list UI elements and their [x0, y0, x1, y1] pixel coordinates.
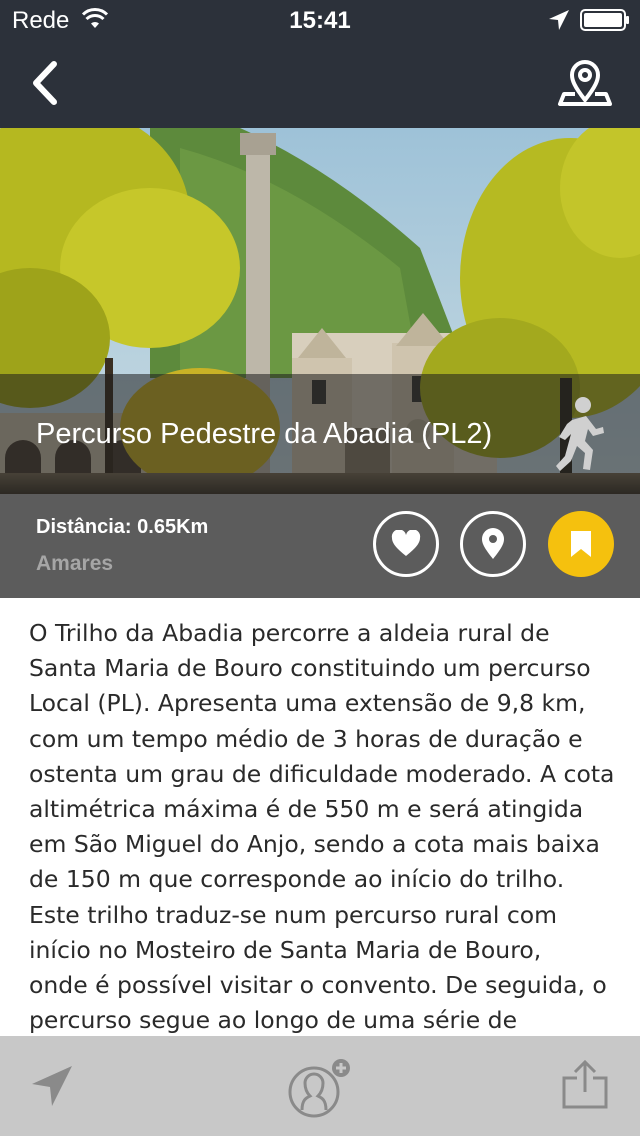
description-line: percurso segue ao longo de uma série de — [29, 1006, 518, 1035]
add-guide-icon — [288, 1059, 350, 1118]
bookmark-button[interactable] — [548, 511, 614, 577]
status-bar: Rede 15:41 — [0, 0, 640, 40]
trail-description: O Trilho da Abadia percorre a aldeia rur… — [29, 616, 619, 1036]
info-bar: Distância: 0.65Km Amares — [0, 494, 640, 598]
battery-icon — [580, 9, 629, 31]
nav-bar — [0, 40, 640, 128]
show-on-map-button[interactable] — [460, 511, 526, 577]
description-line: de 150 m que corresponde ao início do tr… — [29, 865, 565, 894]
description-line: em São Miguel do Anjo, sendo a cota mais… — [29, 830, 600, 859]
bottom-toolbar — [0, 1036, 640, 1136]
share-icon — [562, 1059, 608, 1109]
description-line: Local (PL). Apresenta uma extensão de 9,… — [29, 689, 586, 718]
description-line: Santa Maria de Bouro constituindo um per… — [29, 654, 591, 683]
description-line: onde é possível visitar o convento. De s… — [29, 971, 607, 1000]
description-line: O Trilho da Abadia percorre a aldeia rur… — [29, 619, 550, 647]
description-line: com um tempo médio de 3 horas de duração… — [29, 724, 583, 753]
location-pin-icon — [482, 528, 504, 559]
location-label: Amares — [36, 552, 114, 575]
description-line: Este trilho traduz-se num percurso rural… — [29, 900, 558, 929]
distance-label: Distância: 0.65Km — [36, 516, 209, 538]
add-guide-button[interactable] — [284, 1058, 356, 1120]
share-button[interactable] — [560, 1059, 610, 1110]
description-line: altimétrica máxima é de 550 m e será ati… — [29, 795, 584, 824]
bookmark-icon — [571, 531, 591, 557]
location-services-icon — [549, 10, 569, 30]
description-line: ostenta um grau de dificuldade moderado.… — [29, 759, 615, 788]
navigation-arrow-icon — [32, 1066, 72, 1106]
description-line: início no Mosteiro de Santa Maria de Bou… — [29, 935, 542, 964]
trail-title: Percurso Pedestre da Abadia (PL2) — [36, 418, 493, 450]
navigate-button[interactable] — [30, 1064, 74, 1108]
map-button[interactable] — [556, 54, 616, 114]
heart-icon — [391, 530, 421, 556]
favorite-button[interactable] — [373, 511, 439, 577]
chevron-left-icon — [33, 61, 57, 105]
hero-image: Percurso Pedestre da Abadia (PL2) — [0, 128, 640, 494]
walker-icon — [556, 397, 604, 471]
clock: 15:41 — [289, 7, 351, 34]
back-button[interactable] — [22, 54, 72, 114]
map-pin-icon — [558, 60, 612, 106]
